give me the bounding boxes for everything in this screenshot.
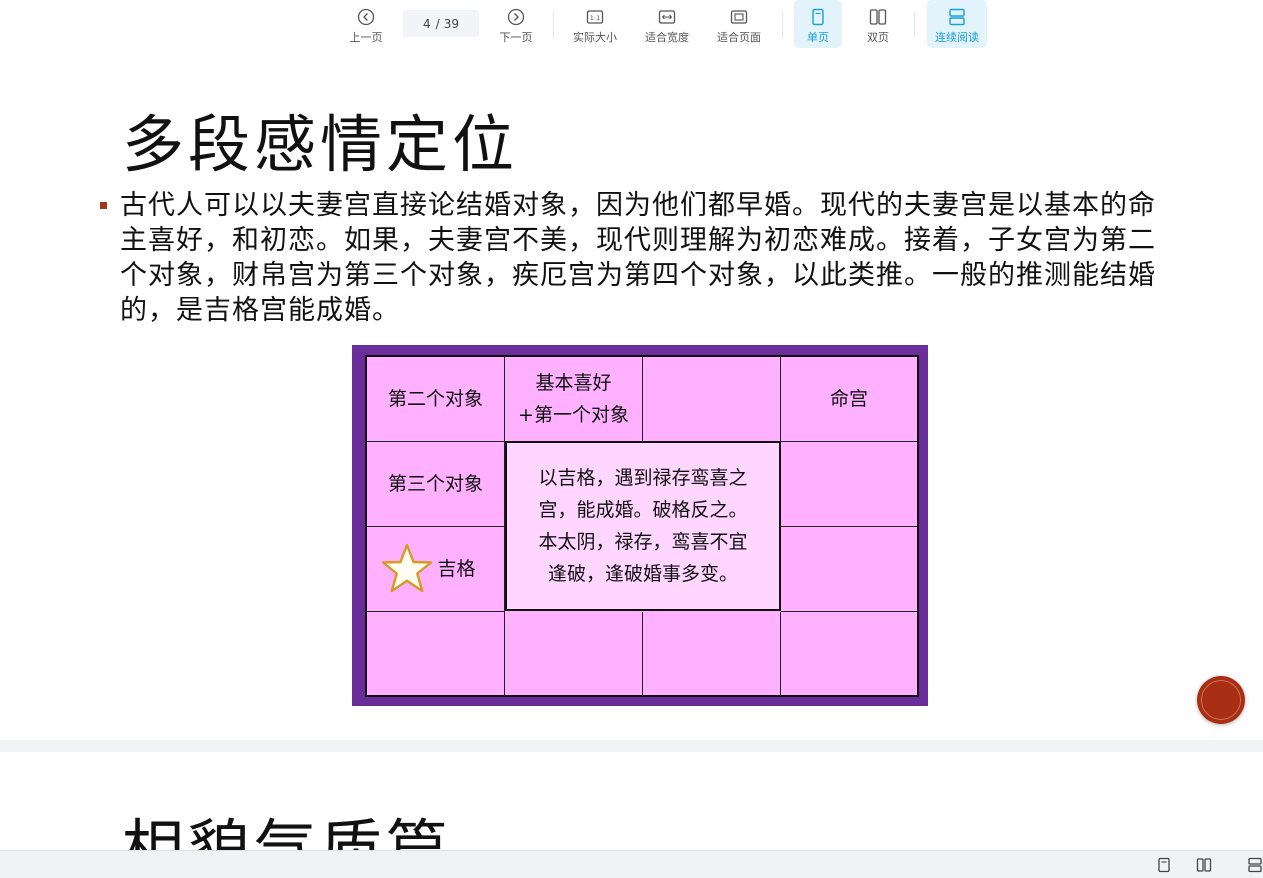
- next-slide-title: 相貌气质篇: [122, 812, 453, 850]
- toolbar-divider: [782, 12, 783, 38]
- single-page-icon: [809, 8, 827, 26]
- chart-cell: [643, 357, 781, 442]
- next-page-label: 下一页: [499, 31, 533, 44]
- chart-cell: 吉格: [367, 527, 505, 612]
- center-note-line: 逢破，逢破婚事多变。: [547, 563, 738, 585]
- continuous-reading-button[interactable]: 连续阅读: [927, 0, 987, 48]
- toolbar-divider: [553, 12, 554, 38]
- chevron-left-circle-icon: [357, 8, 375, 26]
- astrology-chart-grid: 第二个对象 基本喜好 +第一个对象 命宫 第三个对象 吉格 以吉格，遇到禄存鸾喜…: [365, 355, 919, 697]
- star-icon: [382, 543, 433, 593]
- viewer-toolbar: 上一页 4 / 39 下一页 1:1 实际大小 适合宽度 适合页面 单页 双页 …: [0, 0, 1263, 52]
- cell-text: 基本喜好: [535, 372, 612, 394]
- chart-cell: 第二个对象: [367, 357, 505, 442]
- next-document-page: 相貌气质篇: [0, 752, 1263, 850]
- continuous-view-icon[interactable]: [1247, 856, 1263, 874]
- double-page-icon: [869, 8, 887, 26]
- document-page: 多段感情定位 古代人可以以夫妻宫直接论结婚对象，因为他们都早婚。现代的夫妻宫是以…: [0, 52, 1263, 740]
- chart-center-note: 以吉格，遇到禄存鸾喜之 宫，能成婚。破格反之。 本太阴，禄存，鸾喜不宜 逢破，逢…: [505, 441, 781, 611]
- fit-page-label: 适合页面: [717, 31, 761, 44]
- chart-cell: 基本喜好 +第一个对象: [505, 357, 643, 442]
- page-gap: [0, 740, 1263, 752]
- page-number-input[interactable]: 4 / 39: [403, 10, 479, 37]
- chart-cell: [781, 612, 917, 695]
- actual-size-icon: 1:1: [586, 8, 604, 26]
- slide-title: 多段感情定位: [122, 108, 519, 181]
- cell-text: 第三个对象: [387, 473, 483, 495]
- fab-ring-icon: [1201, 680, 1241, 720]
- total-pages: 39: [443, 16, 459, 31]
- double-page-view-icon[interactable]: [1195, 856, 1213, 874]
- bullet-paragraph: 古代人可以以夫妻宫直接论结婚对象，因为他们都早婚。现代的夫妻宫是以基本的命主喜好…: [120, 190, 1156, 326]
- chart-cell: [781, 442, 917, 527]
- chart-cell: [367, 612, 505, 695]
- actual-size-label: 实际大小: [573, 31, 617, 44]
- toolbar-divider: [914, 12, 915, 38]
- prev-page-label: 上一页: [349, 31, 383, 44]
- cell-text: 第二个对象: [387, 388, 483, 410]
- prev-page-button[interactable]: 上一页: [340, 0, 392, 48]
- continuous-reading-icon: [948, 8, 966, 26]
- single-page-button[interactable]: 单页: [794, 0, 842, 48]
- fit-width-label: 适合宽度: [645, 31, 689, 44]
- center-note-line: 本太阴，禄存，鸾喜不宜: [538, 531, 748, 553]
- chart-cell: 第三个对象: [367, 442, 505, 527]
- bullet-square-icon: [100, 202, 107, 209]
- cell-text: +第一个对象: [518, 404, 629, 426]
- single-page-label: 单页: [807, 31, 829, 44]
- fit-width-icon: [658, 8, 676, 26]
- chart-cell: [643, 612, 781, 695]
- double-page-label: 双页: [867, 31, 889, 44]
- center-note-line: 以吉格，遇到禄存鸾喜之: [538, 467, 748, 489]
- fit-page-button[interactable]: 适合页面: [710, 0, 768, 48]
- next-page-button[interactable]: 下一页: [490, 0, 542, 48]
- page-separator: /: [435, 16, 440, 31]
- cell-text: 吉格: [437, 558, 476, 580]
- chart-cell: [505, 612, 643, 695]
- cell-text: 命宫: [829, 388, 868, 410]
- chart-cell: 命宫: [781, 357, 917, 442]
- chevron-right-circle-icon: [507, 8, 525, 26]
- continuous-reading-label: 连续阅读: [935, 31, 979, 44]
- status-bar: [0, 850, 1263, 878]
- actual-size-button[interactable]: 1:1 实际大小: [566, 0, 624, 48]
- svg-text:1:1: 1:1: [590, 14, 600, 22]
- center-note-line: 宫，能成婚。破格反之。: [538, 499, 748, 521]
- double-page-button[interactable]: 双页: [854, 0, 902, 48]
- fit-page-icon: [730, 8, 748, 26]
- current-page: 4: [423, 16, 431, 31]
- single-page-view-icon[interactable]: [1155, 856, 1173, 874]
- floating-action-button[interactable]: [1197, 676, 1245, 724]
- chart-cell: [781, 527, 917, 612]
- fit-width-button[interactable]: 适合宽度: [638, 0, 696, 48]
